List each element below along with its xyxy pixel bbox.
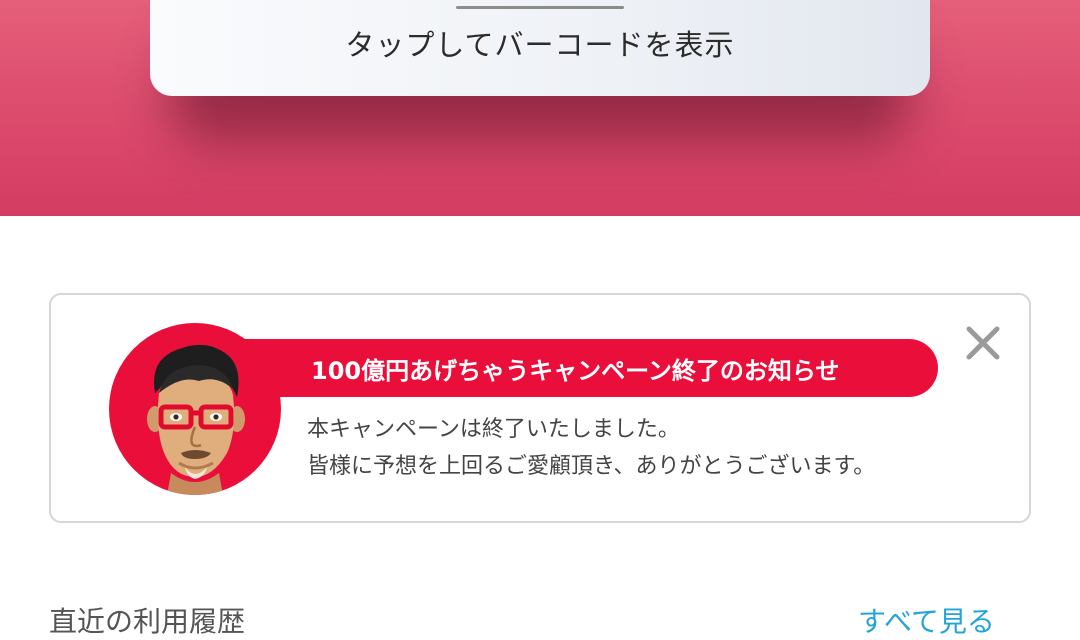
close-notice-button[interactable] <box>963 323 1003 363</box>
recent-history-title: 直近の利用履歴 <box>49 605 246 638</box>
notice-title-banner: 100億円あげちゃうキャンペーン終了のお知らせ <box>216 339 938 397</box>
see-all-link[interactable]: すべて見る <box>858 600 995 640</box>
hero-area: タップしてバーコードを表示 <box>0 0 1080 216</box>
notice-body: 本キャンペーンは終了いたしました。 皆様に予想を上回るご愛顧頂き、ありがとうござ… <box>307 411 875 485</box>
campaign-notice-card: 100億円あげちゃうキャンペーン終了のお知らせ 本キャンペーンは終了いたしました… <box>49 293 1031 523</box>
drag-handle[interactable] <box>456 6 624 9</box>
show-barcode-label: タップしてバーコードを表示 <box>345 28 735 62</box>
show-barcode-card[interactable]: タップしてバーコードを表示 <box>150 0 930 96</box>
mascot-face-icon <box>147 344 245 495</box>
close-icon <box>966 326 1000 360</box>
mascot-avatar <box>109 323 281 495</box>
notice-line-1: 本キャンペーンは終了いたしました。 <box>307 417 680 442</box>
notice-line-2: 皆様に予想を上回るご愛顧頂き、ありがとうございます。 <box>307 454 876 479</box>
notice-title: 100億円あげちゃうキャンペーン終了のお知らせ <box>311 357 840 385</box>
